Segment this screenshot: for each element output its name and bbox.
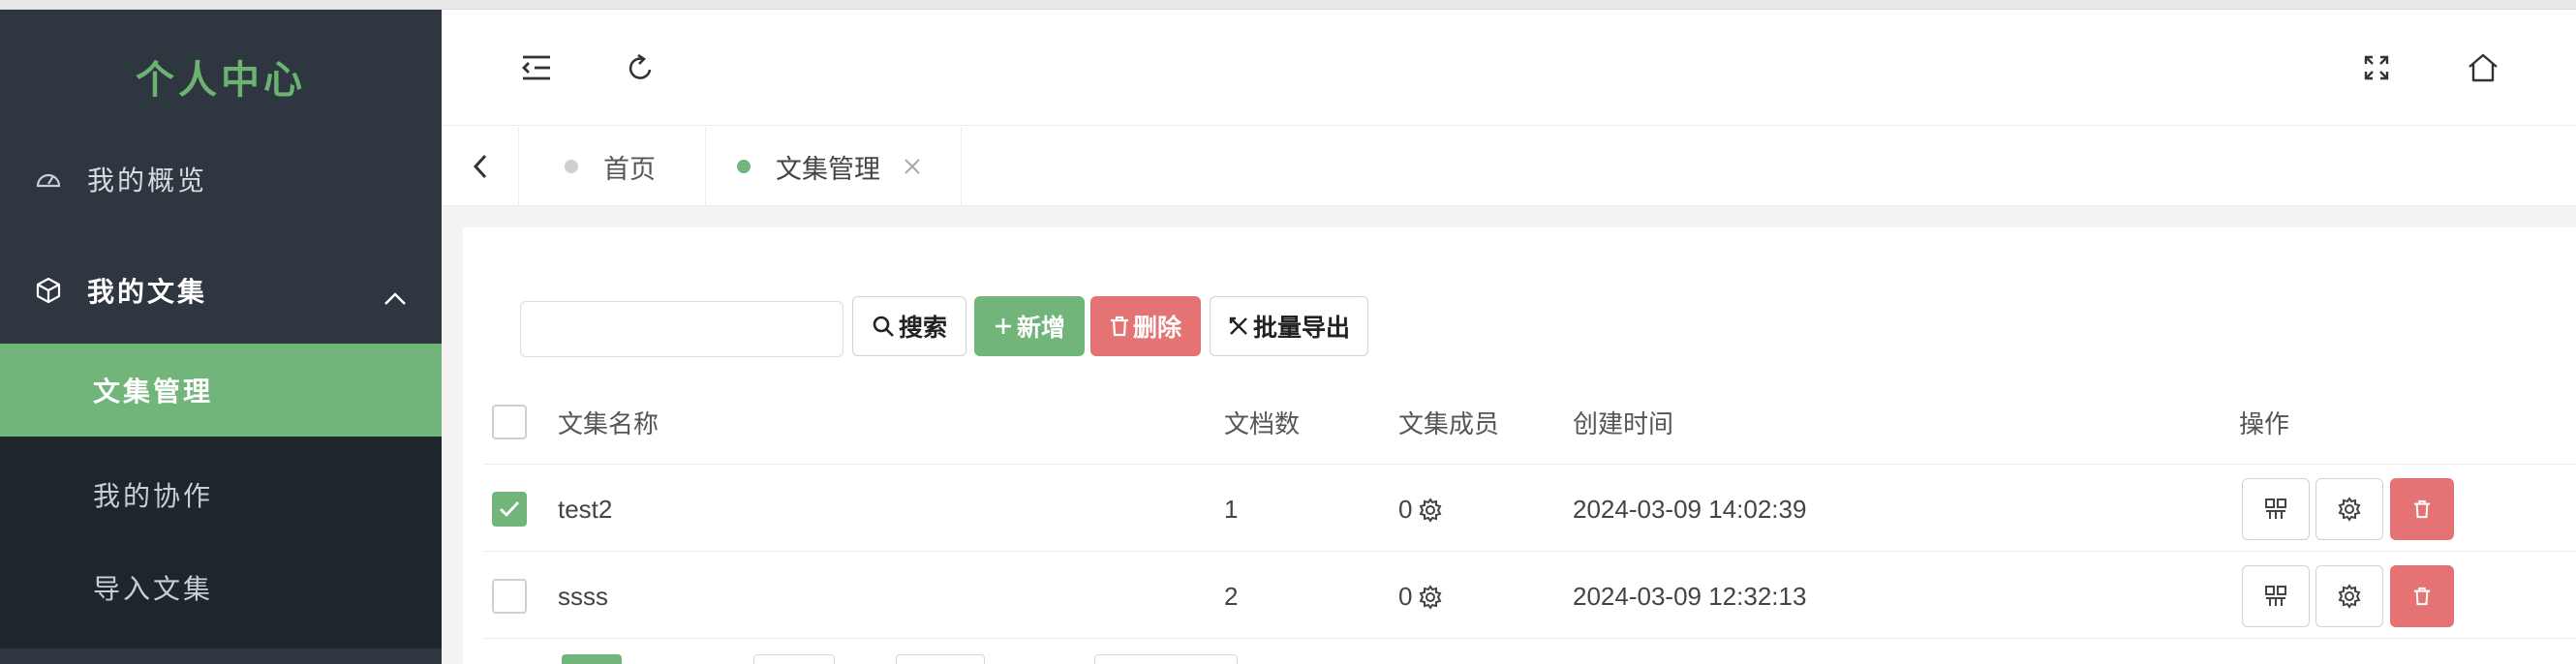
tabs-scroll-left-icon[interactable] (442, 127, 519, 206)
column-header-docs: 文档数 (1224, 409, 1301, 438)
collection-name: test2 (558, 495, 613, 524)
batch-export-button[interactable]: 批量导出 (1210, 296, 1368, 356)
collections-submenu: 文集管理 我的协作 导入文集 (0, 344, 442, 649)
column-header-created: 创建时间 (1573, 409, 1674, 438)
collection-settings-button[interactable] (2315, 565, 2383, 627)
export-button-label: 批量导出 (1252, 315, 1350, 342)
pagination-prev[interactable] (753, 654, 835, 664)
sidebar-subitem-manage[interactable]: 文集管理 (0, 344, 442, 437)
check-icon (500, 501, 520, 518)
window-top-edge (0, 0, 2576, 10)
column-header-name: 文集名称 (558, 409, 659, 438)
member-count: 0 (1398, 582, 1443, 612)
trash-icon (2413, 499, 2431, 519)
delete-button-label: 删除 (1132, 315, 1181, 342)
doc-count: 2 (1224, 582, 1239, 611)
close-tab-icon[interactable] (904, 158, 921, 175)
tab-status-dot (565, 160, 578, 173)
search-input[interactable] (520, 301, 843, 357)
gear-icon[interactable] (1418, 497, 1443, 523)
doc-count: 1 (1224, 495, 1239, 524)
row-checkbox[interactable] (492, 492, 527, 527)
layout-icon (2265, 498, 2286, 519)
tabs-bar: 首页 文集管理 (442, 127, 2576, 206)
brand-title: 个人中心 (136, 59, 306, 102)
sidebar-subitem-collaboration[interactable]: 我的协作 (0, 448, 442, 541)
column-header-members: 文集成员 (1398, 409, 1500, 438)
table-divider (484, 638, 2576, 639)
gear-icon (2338, 497, 2361, 522)
search-button[interactable]: 搜索 (852, 296, 966, 356)
trash-icon (1110, 316, 1129, 337)
sidebar-item-label: 我的文集 (87, 277, 208, 307)
search-button-label: 搜索 (898, 315, 947, 342)
sidebar-item-label: 我的概览 (87, 166, 208, 196)
top-header (442, 10, 2576, 126)
collection-settings-button[interactable] (2315, 478, 2383, 540)
row-checkbox[interactable] (492, 579, 527, 614)
tab-collection-manage[interactable]: 文集管理 (706, 127, 962, 206)
sidebar: 个人中心 我的概览 我的文集 文集管理 我的协作 导入文集 (0, 10, 442, 664)
select-all-checkbox[interactable] (492, 405, 527, 439)
table-divider (484, 551, 2576, 552)
sidebar-item-overview[interactable]: 我的概览 (0, 131, 442, 227)
fullscreen-icon[interactable] (2357, 48, 2396, 87)
pagination-current-page[interactable] (562, 654, 622, 664)
created-time: 2024-03-09 12:32:13 (1573, 582, 1807, 611)
tab-status-dot (737, 160, 751, 173)
pagination-next[interactable] (896, 654, 985, 664)
plus-icon (994, 317, 1013, 336)
refresh-icon[interactable] (622, 48, 660, 87)
sidebar-subitem-import[interactable]: 导入文集 (0, 541, 442, 634)
created-time: 2024-03-09 14:02:39 (1573, 495, 1807, 524)
tab-home[interactable]: 首页 (520, 127, 706, 206)
table-divider (484, 464, 2576, 465)
add-button-label: 新增 (1016, 315, 1065, 342)
collection-name: ssss (558, 582, 608, 611)
column-header-actions: 操作 (2239, 409, 2290, 438)
collection-delete-button[interactable] (2390, 565, 2454, 627)
home-icon[interactable] (2464, 48, 2502, 87)
add-button[interactable]: 新增 (974, 296, 1085, 356)
member-count-value: 0 (1398, 495, 1413, 524)
gear-icon[interactable] (1418, 584, 1443, 610)
tab-label: 文集管理 (776, 154, 880, 184)
collection-detail-button[interactable] (2242, 478, 2310, 540)
collapse-menu-icon[interactable] (517, 48, 556, 87)
tab-label: 首页 (603, 154, 656, 184)
chevron-up-icon (383, 283, 407, 314)
tools-icon (1228, 316, 1249, 337)
dashboard-icon (33, 164, 64, 195)
search-icon (872, 315, 895, 338)
member-count: 0 (1398, 495, 1443, 525)
cube-icon (33, 275, 64, 306)
layout-icon (2265, 586, 2286, 606)
gear-icon (2338, 584, 2361, 609)
pagination-size-select[interactable] (1094, 654, 1238, 664)
member-count-value: 0 (1398, 582, 1413, 611)
sidebar-item-collections[interactable]: 我的文集 (0, 242, 442, 339)
delete-button[interactable]: 删除 (1090, 296, 1201, 356)
collection-detail-button[interactable] (2242, 565, 2310, 627)
app-root: 个人中心 我的概览 我的文集 文集管理 我的协作 导入文集 首页 文集管理 搜索… (0, 0, 2576, 664)
trash-icon (2413, 587, 2431, 606)
collection-delete-button[interactable] (2390, 478, 2454, 540)
